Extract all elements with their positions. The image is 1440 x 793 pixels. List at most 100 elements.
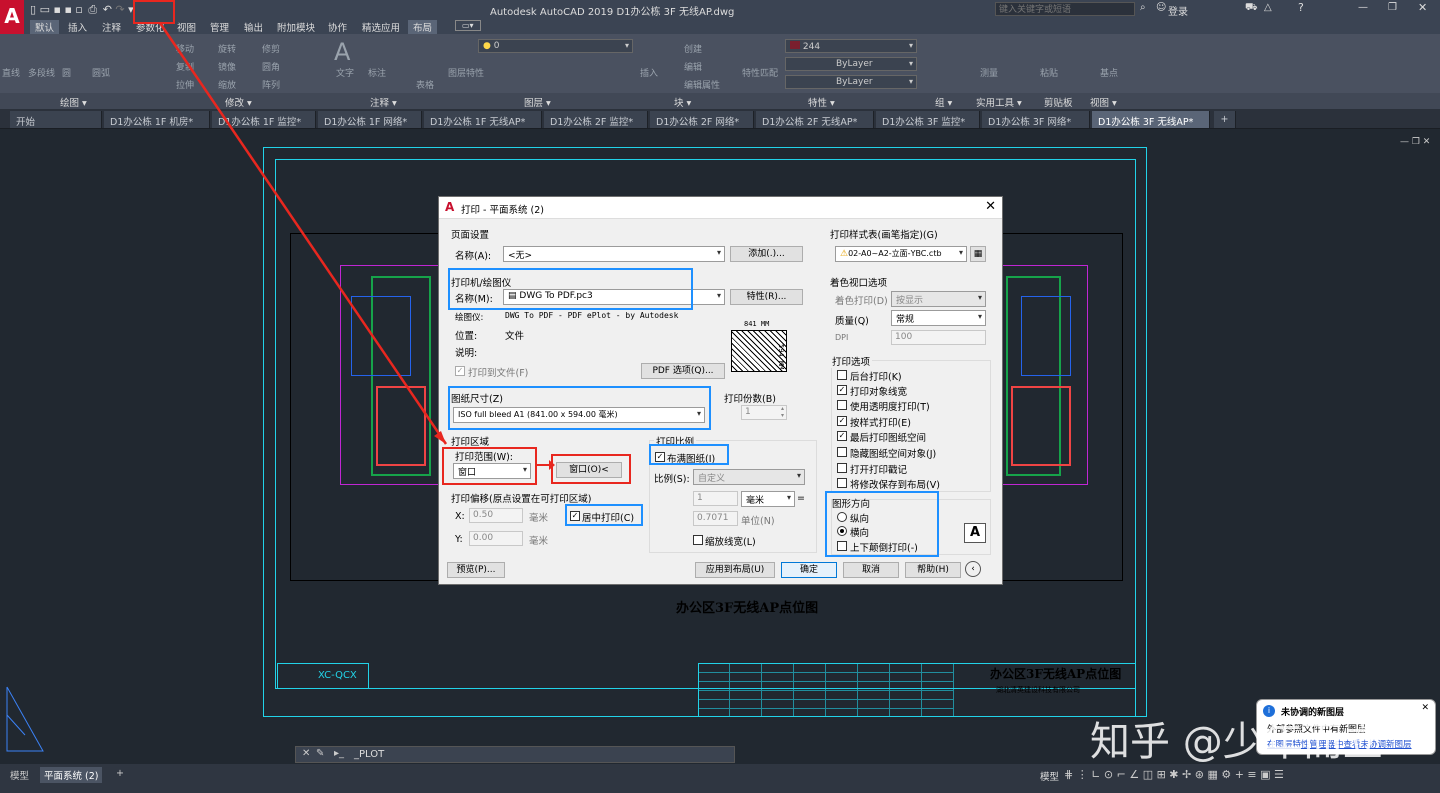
preview-button[interactable]: 预览(P)... <box>447 562 505 578</box>
tool-create[interactable]: 创建 <box>684 42 702 55</box>
tool-circle[interactable]: 圆 <box>62 66 71 79</box>
doc-tab[interactable]: D1办公栋 1F 网络* <box>318 111 422 128</box>
panel-layers[interactable]: 图层 ▾ <box>524 95 551 109</box>
ribbon-toggle-icon[interactable]: ▭▾ <box>455 20 481 31</box>
offset-x-input[interactable]: 0.50 <box>469 508 523 523</box>
doc-tab-active[interactable]: D1办公栋 3F 无线AP* <box>1092 111 1210 128</box>
search-box[interactable] <box>995 2 1135 16</box>
option-checkbox[interactable] <box>837 447 847 457</box>
tool-copy[interactable]: 复制 <box>176 60 194 73</box>
dpi-input[interactable]: 100 <box>891 330 986 345</box>
minimize-icon[interactable]: — <box>1358 2 1368 13</box>
quality-select[interactable]: 常规 ▾ <box>891 310 986 326</box>
ribbon-tab-manage[interactable]: 管理 <box>210 20 229 34</box>
doc-tab[interactable]: D1办公栋 1F 无线AP* <box>424 111 542 128</box>
tool-stretch[interactable]: 拉伸 <box>176 78 194 91</box>
tool-rotate[interactable]: 旋转 <box>218 42 236 55</box>
tool-table[interactable]: 表格 <box>416 78 434 91</box>
dialog-close-icon[interactable]: ✕ <box>985 199 996 214</box>
offset-y-input[interactable]: 0.00 <box>469 531 523 546</box>
doc-tab[interactable]: D1办公栋 3F 网络* <box>982 111 1090 128</box>
shade-plot-select[interactable]: 按显示 ▾ <box>891 291 986 307</box>
status-tools-icons[interactable]: ⋕ ⋮ ∟ ⊙ ⌐ ∠ ◫ ⊞ ✱ ✢ ⊛ ▦ ⚙ + ≡ ▣ ☰ <box>1064 768 1284 781</box>
save-as-icon[interactable]: ▪ <box>64 3 71 16</box>
viewport-controls-icon[interactable]: — ❐ ✕ <box>1400 137 1430 147</box>
panel-groups[interactable]: 组 ▾ <box>935 95 952 109</box>
page-setup-name-select[interactable]: <无> ▾ <box>503 246 725 262</box>
user-icon[interactable]: ☺ <box>1156 2 1166 13</box>
dropdown-icon[interactable]: ▾ <box>128 3 134 16</box>
linetype-dropdown[interactable]: ByLayer ▾ <box>785 57 917 71</box>
apply-to-layout-button[interactable]: 应用到布局(U) <box>695 562 775 578</box>
option-checkbox[interactable] <box>837 400 847 410</box>
doc-tab[interactable]: D1办公栋 2F 无线AP* <box>756 111 874 128</box>
ribbon-tab-parametric[interactable]: 参数化 <box>136 20 165 34</box>
cancel-button[interactable]: 取消 <box>843 562 899 578</box>
tool-edit-attr[interactable]: 编辑属性 <box>684 78 720 91</box>
doc-tab[interactable]: D1办公栋 2F 网络* <box>650 111 754 128</box>
tool-edit[interactable]: 编辑 <box>684 60 702 73</box>
command-line[interactable]: ✕ ✎ ▸_ _PLOT <box>295 746 735 763</box>
scale-drawing-input[interactable]: 0.7071 <box>693 511 738 526</box>
open-icon[interactable]: ▭ <box>40 3 50 16</box>
command-close-icon[interactable]: ✕ <box>302 748 310 759</box>
help-icon[interactable]: ? <box>1298 1 1304 14</box>
tool-dimension[interactable]: 标注 <box>368 66 386 79</box>
panel-view[interactable]: 视图 ▾ <box>1090 95 1117 109</box>
save-icon[interactable]: ▪ <box>53 3 60 16</box>
web-icon[interactable]: ▫ <box>75 3 82 16</box>
redo-icon[interactable]: ↷ <box>115 3 124 16</box>
panel-annotation[interactable]: 注释 ▾ <box>370 95 397 109</box>
collapse-options-icon[interactable]: ‹ <box>965 561 981 577</box>
layout-tab-active[interactable]: 平面系统 (2) <box>40 767 103 783</box>
option-checkbox[interactable] <box>837 370 847 380</box>
tool-scale[interactable]: 缩放 <box>218 78 236 91</box>
tool-text[interactable]: 文字 <box>336 66 354 79</box>
tool-trim[interactable]: 修剪 <box>262 42 280 55</box>
scale-select[interactable]: 自定义 ▾ <box>693 469 805 485</box>
tool-basepoint[interactable]: 基点 <box>1100 66 1118 79</box>
lineweight-dropdown[interactable]: ByLayer ▾ <box>785 75 917 89</box>
option-checkbox[interactable]: ✓ <box>837 416 847 426</box>
tool-mirror[interactable]: 镜像 <box>218 60 236 73</box>
layout-tab-model[interactable]: 模型 <box>6 767 33 783</box>
command-wrench-icon[interactable]: ✎ <box>316 748 324 759</box>
search-input[interactable] <box>996 3 1134 15</box>
tool-arc[interactable]: 圆弧 <box>92 66 110 79</box>
style-table-select[interactable]: ⚠02-A0~A2-立面-YBC.ctb ▾ <box>835 246 967 262</box>
ribbon-tab-featured[interactable]: 精选应用 <box>362 20 400 34</box>
ribbon-tab-view[interactable]: 视图 <box>177 20 196 34</box>
help-button[interactable]: 帮助(H) <box>905 562 961 578</box>
panel-block[interactable]: 块 ▾ <box>674 95 691 109</box>
scale-lineweights-checkbox[interactable] <box>693 535 703 545</box>
panel-draw[interactable]: 绘图 ▾ <box>60 95 87 109</box>
doc-tab[interactable]: D1办公栋 2F 监控* <box>544 111 648 128</box>
option-checkbox[interactable]: ✓ <box>837 431 847 441</box>
style-edit-button[interactable]: ▦ <box>970 246 986 262</box>
tool-move[interactable]: 移动 <box>176 42 194 55</box>
printer-properties-button[interactable]: 特性(R)... <box>730 289 803 305</box>
pdf-options-button[interactable]: PDF 选项(Q)... <box>641 363 725 379</box>
doc-tab-start[interactable]: 开始 <box>10 111 102 128</box>
new-tab-button[interactable]: + <box>1214 111 1236 128</box>
model-space-button[interactable]: 模型 <box>1036 768 1063 784</box>
ribbon-tab-collaborate[interactable]: 协作 <box>328 20 347 34</box>
undo-icon[interactable]: ↶ <box>103 3 112 16</box>
doc-tab[interactable]: D1办公栋 1F 机房* <box>104 111 210 128</box>
option-checkbox[interactable] <box>837 463 847 473</box>
ribbon-tab-insert[interactable]: 插入 <box>68 20 87 34</box>
panel-utilities[interactable]: 实用工具 ▾ <box>976 95 1022 109</box>
print-icon[interactable]: ⎙ <box>86 3 99 16</box>
scale-paper-input[interactable]: 1 <box>693 491 738 506</box>
new-file-icon[interactable]: ▯ <box>30 3 36 16</box>
tool-polyline[interactable]: 多段线 <box>28 66 55 79</box>
panel-clipboard[interactable]: 剪贴板 <box>1044 95 1073 109</box>
tool-measure[interactable]: 测量 <box>980 66 998 79</box>
autodesk-icon[interactable]: △ <box>1264 2 1272 13</box>
tool-match-props[interactable]: 特性匹配 <box>742 66 778 79</box>
option-checkbox[interactable] <box>837 478 847 488</box>
ribbon-tab-addins[interactable]: 附加模块 <box>277 20 315 34</box>
option-checkbox[interactable]: ✓ <box>837 385 847 395</box>
tool-insert[interactable]: 插入 <box>640 66 658 79</box>
ribbon-tab-default[interactable]: 默认 <box>30 20 60 34</box>
